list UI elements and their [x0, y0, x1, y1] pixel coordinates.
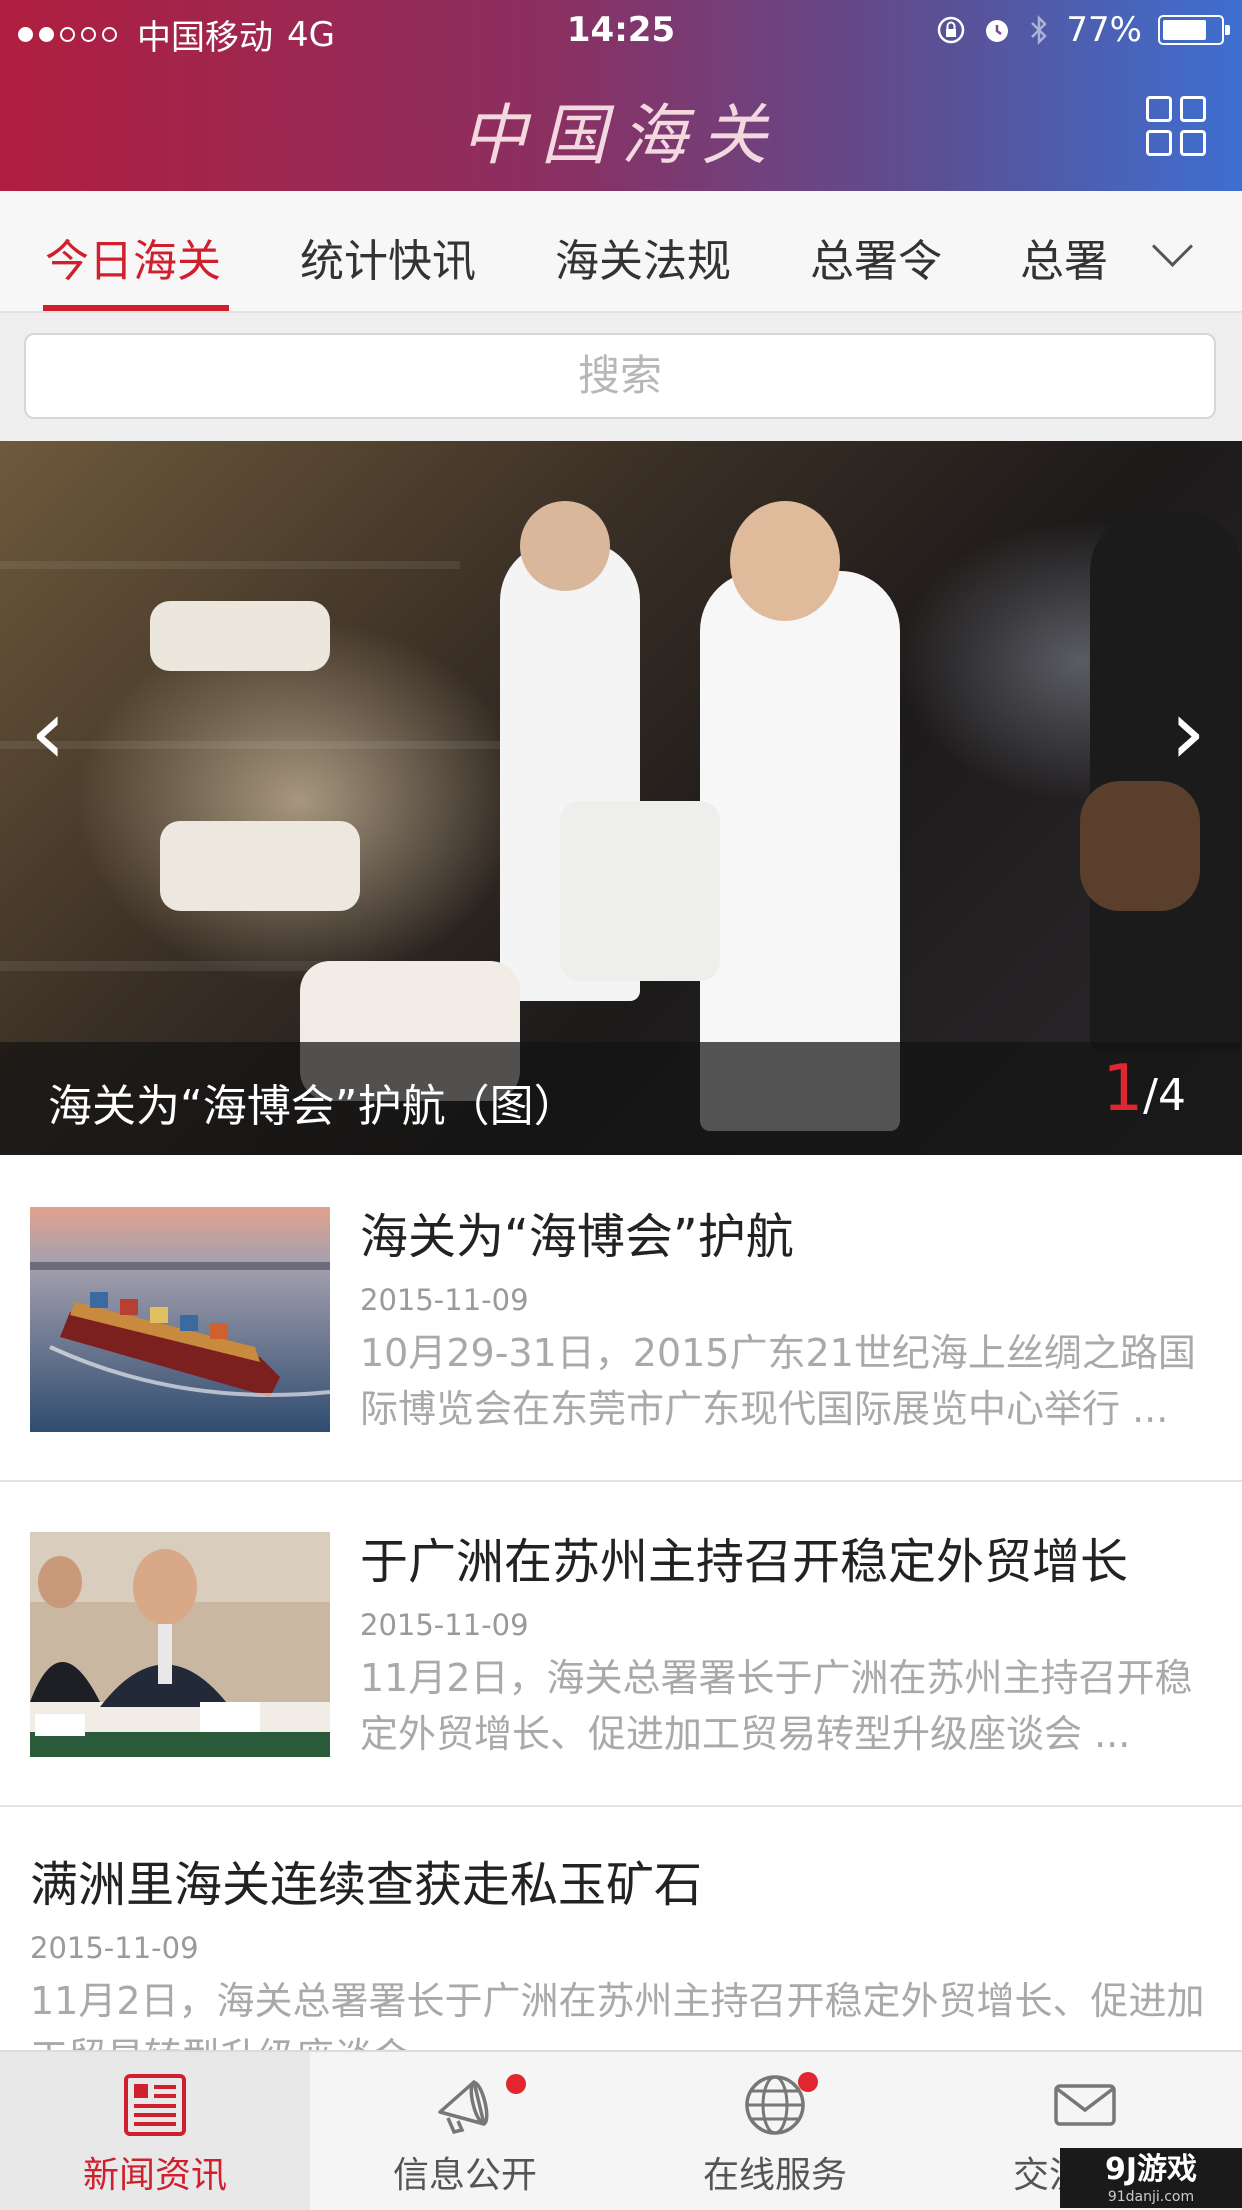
- news-summary: 11月2日，海关总署署长于广洲在苏州主持召开稳定外贸增长、促进加工贸易转型升级座…: [30, 1979, 1205, 2050]
- list-item[interactable]: 海关为“海博会”护航 2015-11-09 10月29-31日，2015广东21…: [0, 1155, 1242, 1482]
- tab-statistics[interactable]: 统计快讯: [300, 225, 476, 289]
- news-thumbnail: [30, 1532, 330, 1757]
- chevron-right-icon[interactable]: ›: [1170, 680, 1206, 785]
- mail-icon: [1054, 2084, 1116, 2126]
- news-title: 海关为“海博会”护航: [360, 1209, 794, 1265]
- status-right: 77%: [936, 10, 1230, 50]
- search-input[interactable]: 搜索: [24, 333, 1216, 419]
- active-tab-indicator: [43, 305, 229, 311]
- news-date: 2015-11-09: [360, 1608, 529, 1642]
- grid-icon[interactable]: [1146, 96, 1206, 156]
- news-summary: 10月29-31日，2015广东21世纪海上丝绸之路国际博览会在东莞市广东现代国…: [360, 1331, 1196, 1431]
- news-date: 2015-11-09: [360, 1283, 529, 1317]
- watermark-logo: 9J游戏 91danji.com: [1060, 2148, 1242, 2208]
- banner-page-total: /4: [1143, 1070, 1186, 1121]
- banner-pager: 1/4: [1102, 1052, 1186, 1126]
- watermark-text: 9J游戏: [1104, 2152, 1198, 2187]
- chevron-left-icon[interactable]: ‹: [30, 680, 66, 785]
- notification-badge: [506, 2074, 526, 2094]
- banner-page-current: 1: [1102, 1052, 1144, 1126]
- megaphone-icon: [438, 2080, 489, 2135]
- status-bar: 中国移动 4G 14:25 77%: [0, 0, 1242, 64]
- news-title: 满洲里海关连续查获走私玉矿石: [30, 1857, 703, 1913]
- newspaper-icon: [124, 2074, 186, 2136]
- banner-title[interactable]: 海关为“海博会”护航（图）: [48, 1070, 578, 1134]
- news-date: 2015-11-09: [30, 1931, 199, 1965]
- category-tabs: 今日海关 统计快讯 海关法规 总署令 总署: [0, 191, 1242, 313]
- nav-item-news[interactable]: 新闻资讯: [0, 2052, 310, 2210]
- rotation-lock-icon: [938, 16, 965, 44]
- list-item[interactable]: 于广洲在苏州主持召开稳定外贸增长 2015-11-09 11月2日，海关总署署长…: [0, 1480, 1242, 1807]
- news-summary: 11月2日，海关总署署长于广洲在苏州主持召开稳定外贸增长、促进加工贸易转型升级座…: [360, 1656, 1193, 1756]
- battery-percent: 77%: [1066, 10, 1142, 50]
- alarm-icon: [986, 20, 1009, 42]
- list-item[interactable]: 满洲里海关连续查获走私玉矿石 2015-11-09 11月2日，海关总署署长于广…: [0, 1805, 1242, 2050]
- bluetooth-icon: [1031, 14, 1048, 46]
- watermark-sub: 91danji.com: [1107, 2189, 1195, 2205]
- tab-today-customs[interactable]: 今日海关: [45, 225, 221, 289]
- tab-decrees[interactable]: 总署令: [810, 225, 942, 289]
- tab-general-admin[interactable]: 总署: [1020, 225, 1108, 289]
- bottom-navigation: 新闻资讯 信息公开 在线服务 交流互动: [0, 2050, 1242, 2210]
- tab-regulations[interactable]: 海关法规: [555, 225, 731, 289]
- nav-label: 新闻资讯: [82, 2155, 227, 2196]
- notification-badge: [798, 2072, 818, 2092]
- nav-item-info[interactable]: 信息公开: [310, 2052, 620, 2210]
- nav-item-online-service[interactable]: 在线服务: [620, 2052, 930, 2210]
- news-title: 于广洲在苏州主持召开稳定外贸增长: [360, 1534, 1129, 1590]
- app-title: 中国海关: [461, 97, 781, 174]
- nav-label: 在线服务: [702, 2155, 847, 2196]
- battery-icon: [1158, 15, 1230, 45]
- nav-label: 信息公开: [392, 2155, 537, 2196]
- news-thumbnail: [30, 1207, 330, 1432]
